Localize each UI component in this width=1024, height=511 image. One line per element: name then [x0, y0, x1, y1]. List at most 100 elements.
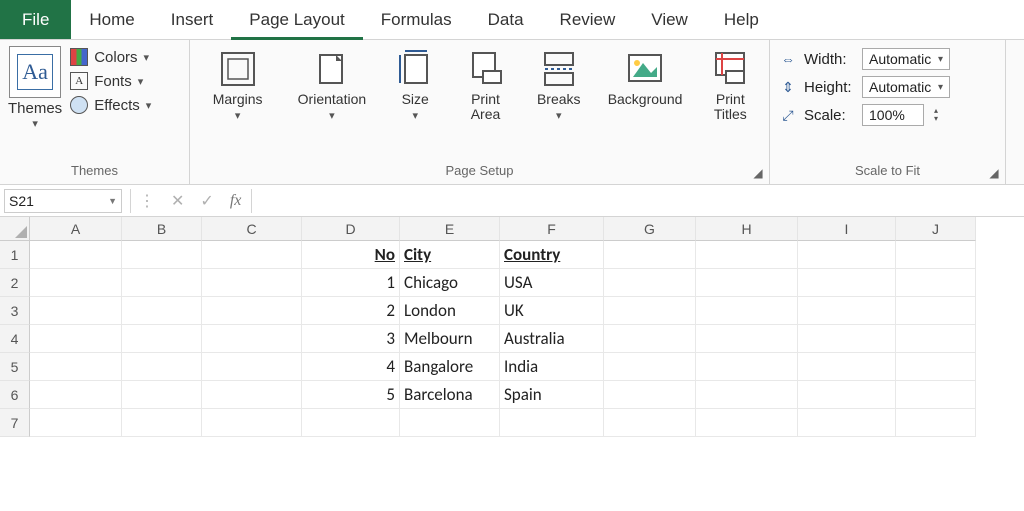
- cell[interactable]: [798, 409, 896, 437]
- cell[interactable]: [400, 409, 500, 437]
- background-button[interactable]: Background: [602, 46, 688, 107]
- cell[interactable]: [896, 409, 976, 437]
- cell[interactable]: [896, 241, 976, 269]
- cell[interactable]: [896, 297, 976, 325]
- print-titles-button[interactable]: Print Titles: [703, 46, 757, 123]
- cell[interactable]: Country: [500, 241, 604, 269]
- cell[interactable]: [696, 297, 798, 325]
- cell[interactable]: [302, 409, 400, 437]
- orientation-button[interactable]: Orientation ▾: [289, 46, 375, 122]
- cell[interactable]: Barcelona: [400, 381, 500, 409]
- fonts-button[interactable]: Fonts ▾: [70, 72, 151, 90]
- cell[interactable]: [30, 297, 122, 325]
- cell[interactable]: [500, 409, 604, 437]
- cell[interactable]: [604, 241, 696, 269]
- column-header-G[interactable]: G: [604, 217, 696, 241]
- tab-help[interactable]: Help: [706, 0, 777, 39]
- cell[interactable]: Chicago: [400, 269, 500, 297]
- cell[interactable]: [202, 297, 302, 325]
- cell[interactable]: 1: [302, 269, 400, 297]
- cell[interactable]: UK: [500, 297, 604, 325]
- options-icon[interactable]: ⋮: [139, 191, 155, 211]
- cell[interactable]: London: [400, 297, 500, 325]
- colors-button[interactable]: Colors ▾: [70, 48, 151, 66]
- scale-down[interactable]: ▾: [934, 115, 938, 123]
- tab-review[interactable]: Review: [542, 0, 634, 39]
- row-header-3[interactable]: 3: [0, 297, 30, 325]
- cell[interactable]: [202, 325, 302, 353]
- cell[interactable]: [896, 381, 976, 409]
- cell[interactable]: [896, 325, 976, 353]
- cell[interactable]: [122, 325, 202, 353]
- height-select[interactable]: Automatic▾: [862, 76, 950, 98]
- cell[interactable]: [202, 381, 302, 409]
- tab-insert[interactable]: Insert: [153, 0, 232, 39]
- cell[interactable]: [696, 241, 798, 269]
- cell[interactable]: Spain: [500, 381, 604, 409]
- cell[interactable]: [122, 381, 202, 409]
- breaks-button[interactable]: Breaks ▾: [531, 46, 587, 122]
- tab-home[interactable]: Home: [71, 0, 152, 39]
- cell[interactable]: 3: [302, 325, 400, 353]
- cell[interactable]: [798, 325, 896, 353]
- cell[interactable]: [30, 409, 122, 437]
- cell[interactable]: [798, 297, 896, 325]
- size-button[interactable]: Size ▾: [390, 46, 440, 122]
- cell[interactable]: [696, 409, 798, 437]
- cell[interactable]: [202, 353, 302, 381]
- cell[interactable]: [896, 269, 976, 297]
- scale-input[interactable]: 100%: [862, 104, 924, 126]
- scale-launcher[interactable]: ◢: [987, 166, 1001, 180]
- page-setup-launcher[interactable]: ◢: [751, 166, 765, 180]
- cell[interactable]: City: [400, 241, 500, 269]
- cell[interactable]: [30, 353, 122, 381]
- print-area-button[interactable]: Print Area: [455, 46, 515, 123]
- cell[interactable]: [122, 409, 202, 437]
- cell[interactable]: [30, 381, 122, 409]
- row-header-1[interactable]: 1: [0, 241, 30, 269]
- cell[interactable]: [896, 353, 976, 381]
- column-header-D[interactable]: D: [302, 217, 400, 241]
- cell[interactable]: [604, 409, 696, 437]
- cell[interactable]: [604, 297, 696, 325]
- cell[interactable]: [798, 241, 896, 269]
- cell[interactable]: [122, 269, 202, 297]
- row-header-2[interactable]: 2: [0, 269, 30, 297]
- column-header-E[interactable]: E: [400, 217, 500, 241]
- name-box[interactable]: S21 ▼: [4, 189, 122, 213]
- cell[interactable]: [122, 241, 202, 269]
- column-header-B[interactable]: B: [122, 217, 202, 241]
- cell[interactable]: [798, 269, 896, 297]
- cell[interactable]: 4: [302, 353, 400, 381]
- cell[interactable]: [30, 241, 122, 269]
- formula-input[interactable]: [251, 189, 1024, 213]
- cell[interactable]: [122, 297, 202, 325]
- cell[interactable]: Bangalore: [400, 353, 500, 381]
- cell[interactable]: USA: [500, 269, 604, 297]
- effects-button[interactable]: Effects ▾: [70, 96, 151, 114]
- cell[interactable]: [696, 269, 798, 297]
- cell[interactable]: [202, 409, 302, 437]
- row-header-6[interactable]: 6: [0, 381, 30, 409]
- column-header-J[interactable]: J: [896, 217, 976, 241]
- tab-formulas[interactable]: Formulas: [363, 0, 470, 39]
- cell[interactable]: No: [302, 241, 400, 269]
- column-header-F[interactable]: F: [500, 217, 604, 241]
- tab-data[interactable]: Data: [470, 0, 542, 39]
- cancel-icon[interactable]: ✕: [171, 191, 184, 211]
- tab-file[interactable]: File: [0, 0, 71, 39]
- cell[interactable]: [798, 381, 896, 409]
- cell[interactable]: Melbourn: [400, 325, 500, 353]
- select-all-corner[interactable]: [0, 217, 30, 241]
- cell[interactable]: [696, 353, 798, 381]
- cell[interactable]: [122, 353, 202, 381]
- row-header-5[interactable]: 5: [0, 353, 30, 381]
- themes-button[interactable]: Aa Themes ▾: [8, 46, 62, 130]
- cell[interactable]: India: [500, 353, 604, 381]
- cell[interactable]: [696, 325, 798, 353]
- width-select[interactable]: Automatic▾: [862, 48, 950, 70]
- column-header-A[interactable]: A: [30, 217, 122, 241]
- margins-button[interactable]: Margins ▾: [202, 46, 274, 122]
- tab-view[interactable]: View: [633, 0, 706, 39]
- cell[interactable]: 2: [302, 297, 400, 325]
